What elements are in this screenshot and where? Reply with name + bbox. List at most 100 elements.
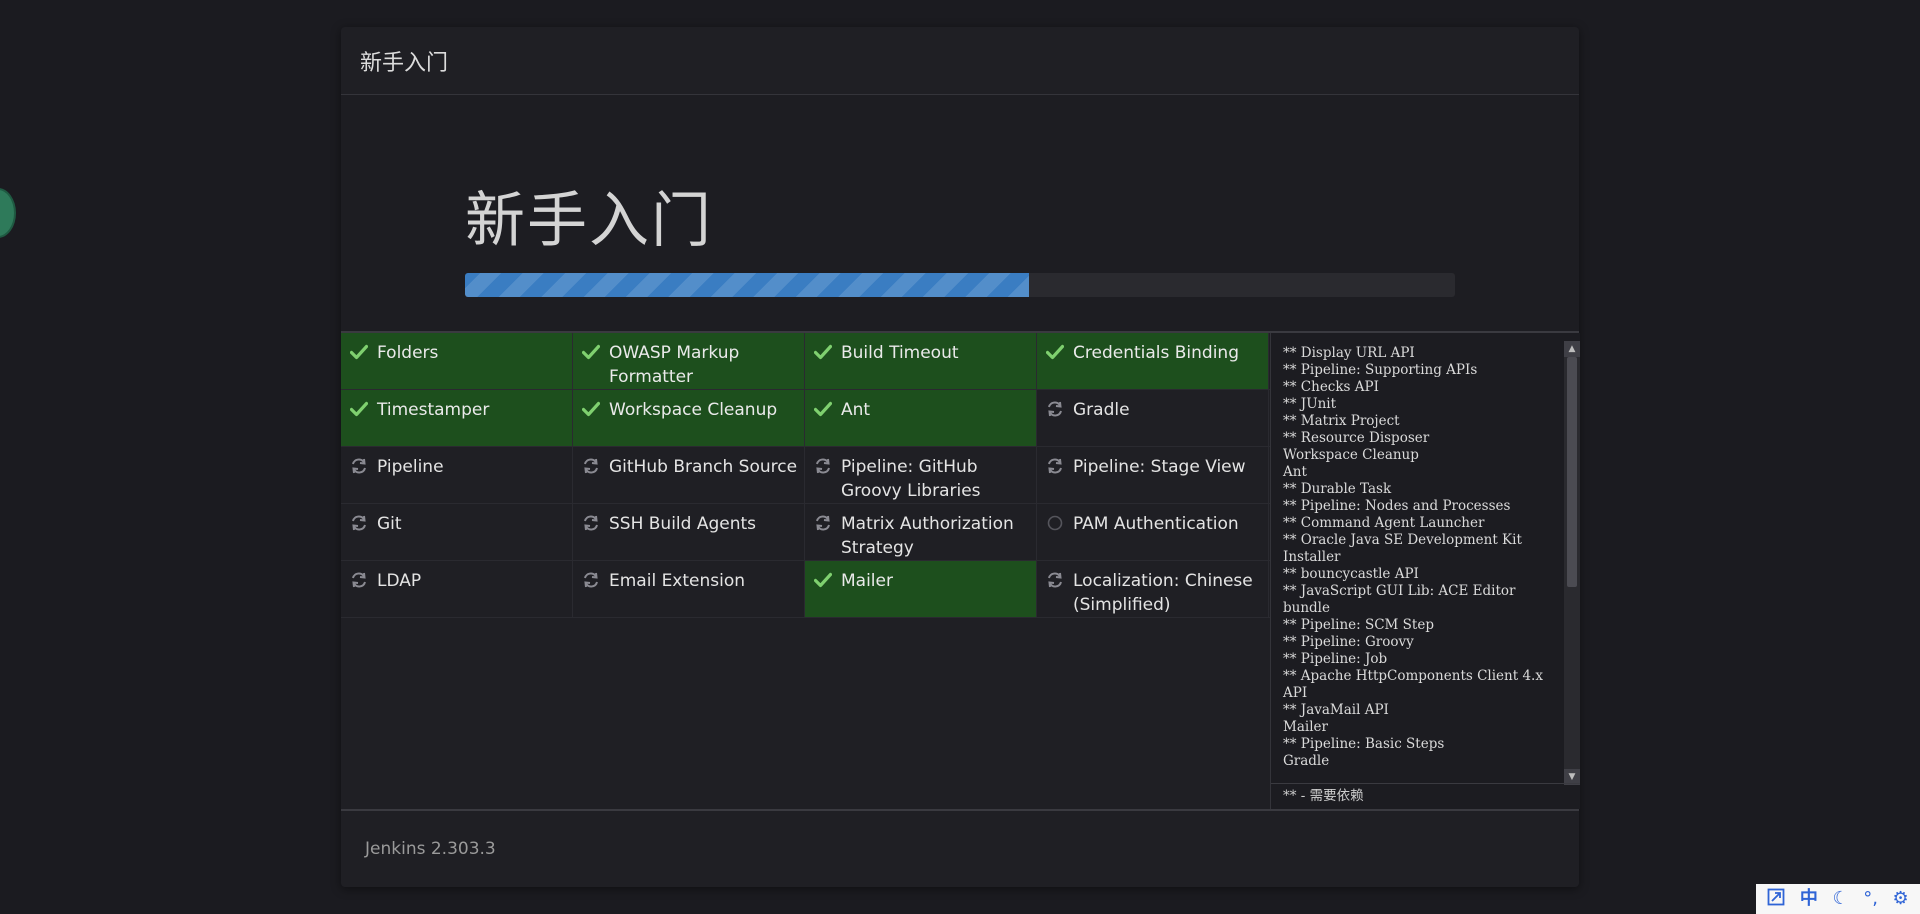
- plugin-label: Email Extension: [609, 571, 746, 591]
- plugin-item: Pipeline: [341, 447, 573, 503]
- log-scrollbar[interactable]: ▲ ▼: [1564, 341, 1580, 785]
- plugin-item: Mailer: [805, 561, 1037, 617]
- plugin-item: LDAP: [341, 561, 573, 617]
- log-line: Mailer: [1283, 719, 1328, 735]
- scrollbar-thumb[interactable]: [1567, 357, 1577, 587]
- plugin-label: Matrix Authorization Strategy: [841, 514, 1014, 558]
- expand-icon[interactable]: [1767, 888, 1785, 910]
- log-line: ** Pipeline: Groovy: [1283, 634, 1414, 650]
- plugin-grid: Folders OWASP Markup Formatter Build Timeo…: [341, 333, 1270, 618]
- log-line: Gradle: [1283, 753, 1330, 769]
- scroll-up-arrow-icon[interactable]: ▲: [1564, 341, 1580, 357]
- check-icon: [349, 342, 369, 362]
- log-line: ** Oracle Java SE Development Kit Instal…: [1283, 532, 1522, 565]
- install-log-panel: ** Display URL API ** Pipeline: Supportin…: [1270, 333, 1580, 809]
- plugin-item: PAM Authentication: [1037, 504, 1269, 560]
- log-line: ** Pipeline: Job: [1283, 651, 1388, 667]
- plugin-label: Pipeline: GitHub Groovy Libraries: [841, 457, 981, 501]
- log-line: Workspace Cleanup: [1283, 447, 1419, 463]
- plugin-item: Ant: [805, 390, 1037, 446]
- check-icon: [1045, 342, 1065, 362]
- plugin-item: Git: [341, 504, 573, 560]
- refresh-icon: [349, 513, 369, 533]
- log-line: ** Apache HttpComponents Client 4.x API: [1283, 668, 1543, 701]
- plugin-row: Pipeline GitHub Branch Source Pipeline: Gi…: [341, 447, 1270, 504]
- plugin-label: Gradle: [1073, 400, 1130, 420]
- log-line: ** JavaScript GUI Lib: ACE Editor bundle: [1283, 583, 1516, 616]
- refresh-icon: [581, 513, 601, 533]
- plugin-item: Timestamper: [341, 390, 573, 446]
- plugin-row: Folders OWASP Markup Formatter Build Timeo…: [341, 333, 1270, 390]
- plugin-label: Build Timeout: [841, 343, 959, 363]
- plugin-item: Localization: Chinese (Simplified): [1037, 561, 1269, 617]
- log-line: ** Matrix Project: [1283, 413, 1400, 429]
- refresh-icon: [1045, 399, 1065, 419]
- plugin-label: Mailer: [841, 571, 893, 591]
- log-line: ** Pipeline: SCM Step: [1283, 617, 1434, 633]
- plugin-label: Folders: [377, 343, 439, 363]
- install-progress-fill: [465, 273, 1030, 297]
- setup-dialog: 新手入门 新手入门 Folders OWASP Markup Formatter B…: [341, 27, 1580, 887]
- ime-toolbar: 中 ☾ °, ⚙: [1756, 884, 1920, 914]
- side-floating-button[interactable]: [0, 188, 16, 238]
- plugin-label: Credentials Binding: [1073, 343, 1239, 363]
- plugin-row: Git SSH Build Agents Matrix Authorization …: [341, 504, 1270, 561]
- plugin-label: Pipeline: Stage View: [1073, 457, 1246, 477]
- plugin-row: Timestamper Workspace Cleanup Ant Gradle: [341, 390, 1270, 447]
- refresh-icon: [813, 456, 833, 476]
- gear-icon[interactable]: ⚙: [1893, 890, 1909, 908]
- plugin-label: PAM Authentication: [1073, 514, 1239, 534]
- dialog-header-title: 新手入门: [360, 50, 449, 76]
- refresh-icon: [813, 513, 833, 533]
- plugin-item: OWASP Markup Formatter: [573, 333, 805, 389]
- plugin-item: Matrix Authorization Strategy: [805, 504, 1037, 560]
- plugin-label: Localization: Chinese (Simplified): [1073, 571, 1253, 615]
- punctuation-icon[interactable]: °,: [1863, 890, 1878, 908]
- plugin-label: Ant: [841, 400, 871, 420]
- log-line: ** Pipeline: Nodes and Processes: [1283, 498, 1511, 514]
- plugin-item: Pipeline: GitHub Groovy Libraries: [805, 447, 1037, 503]
- dialog-footer: Jenkins 2.303.3: [341, 809, 1579, 887]
- plugin-item: Build Timeout: [805, 333, 1037, 389]
- pending-circle-icon: [1045, 513, 1065, 533]
- check-icon: [813, 342, 833, 362]
- ime-chinese-icon[interactable]: 中: [1800, 890, 1818, 908]
- refresh-icon: [1045, 456, 1065, 476]
- scrollbar-track[interactable]: [1564, 357, 1580, 769]
- check-icon: [581, 399, 601, 419]
- check-icon: [813, 399, 833, 419]
- plugin-item: Credentials Binding: [1037, 333, 1269, 389]
- refresh-icon: [581, 570, 601, 590]
- check-icon: [813, 570, 833, 590]
- plugin-label: OWASP Markup Formatter: [609, 343, 740, 387]
- hero-section: 新手入门: [341, 95, 1579, 333]
- plugin-label: GitHub Branch Source: [609, 457, 798, 477]
- log-legend: ** - 需要依赖: [1271, 783, 1580, 809]
- moon-icon[interactable]: ☾: [1832, 890, 1848, 908]
- plugin-item: SSH Build Agents: [573, 504, 805, 560]
- log-line: ** Display URL API: [1283, 345, 1415, 361]
- refresh-icon: [1045, 570, 1065, 590]
- dialog-header: 新手入门: [341, 27, 1579, 95]
- log-line: ** Checks API: [1283, 379, 1379, 395]
- plugin-item: Email Extension: [573, 561, 805, 617]
- plugin-label: Git: [377, 514, 402, 534]
- log-line: ** Command Agent Launcher: [1283, 515, 1485, 531]
- plugin-label: Pipeline: [377, 457, 444, 477]
- log-line: ** Durable Task: [1283, 481, 1392, 497]
- check-icon: [349, 399, 369, 419]
- plugin-item: Workspace Cleanup: [573, 390, 805, 446]
- log-line: ** JUnit: [1283, 396, 1337, 412]
- jenkins-version: Jenkins 2.303.3: [365, 839, 496, 859]
- log-line: Ant: [1283, 464, 1307, 480]
- plugin-label: Timestamper: [377, 400, 490, 420]
- log-line: ** Pipeline: Basic Steps: [1283, 736, 1445, 752]
- log-line: ** Resource Disposer: [1283, 430, 1430, 446]
- plugin-label: LDAP: [377, 571, 422, 591]
- log-line: ** Pipeline: Supporting APIs: [1283, 362, 1478, 378]
- hero-title: 新手入门: [465, 186, 713, 256]
- refresh-icon: [349, 456, 369, 476]
- plugin-label: SSH Build Agents: [609, 514, 757, 534]
- refresh-icon: [581, 456, 601, 476]
- plugin-item: Pipeline: Stage View: [1037, 447, 1269, 503]
